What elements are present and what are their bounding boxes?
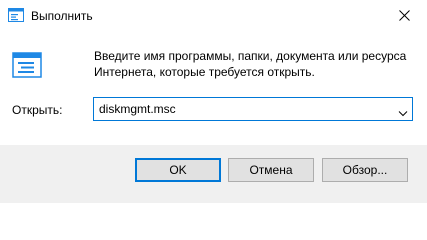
instruction-line: Введите имя программы, папки, документа … [94, 49, 407, 63]
open-input[interactable]: diskmgmt.msc [99, 101, 176, 117]
ok-button[interactable]: OK [135, 158, 221, 182]
browse-button[interactable]: Обзор... [322, 158, 408, 182]
run-dialog: Выполнить Введите имя программы, папки, … [0, 0, 427, 203]
run-program-icon [12, 52, 42, 78]
button-bar: OK Отмена Обзор... [0, 145, 427, 203]
title-bar[interactable]: Выполнить [0, 0, 427, 31]
chevron-down-icon[interactable] [398, 106, 408, 117]
instruction-text: Введите имя программы, папки, документа … [94, 48, 414, 80]
cancel-button[interactable]: Отмена [228, 158, 314, 182]
close-button[interactable] [381, 0, 427, 31]
open-combobox[interactable]: diskmgmt.msc [93, 97, 413, 121]
open-label: Открыть: [12, 103, 63, 117]
close-icon [398, 10, 410, 21]
window-title: Выполнить [31, 9, 93, 23]
run-dialog-icon [8, 8, 24, 22]
instruction-line: Интернета, которые требуется открыть. [94, 65, 315, 79]
